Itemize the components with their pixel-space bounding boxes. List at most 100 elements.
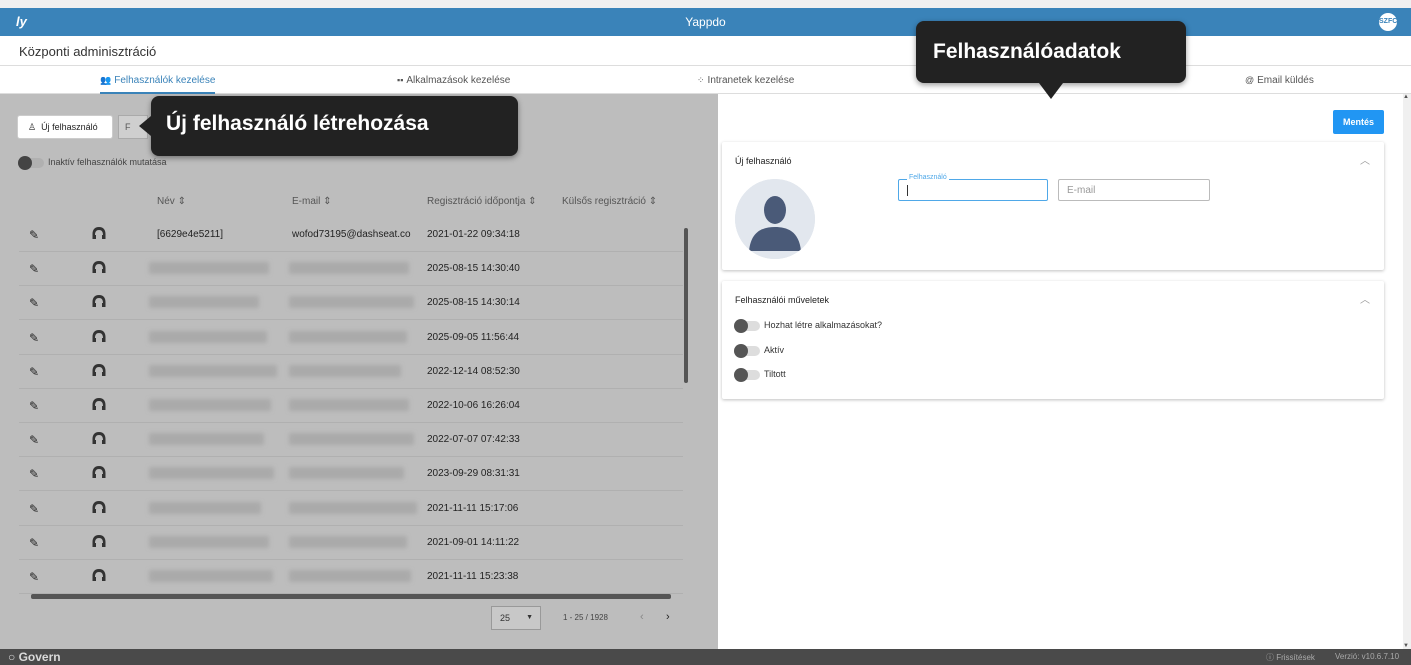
impersonate-icon[interactable] bbox=[91, 226, 107, 242]
edit-icon[interactable]: ✎ bbox=[29, 296, 39, 310]
redacted-email-cell bbox=[289, 433, 414, 446]
inactive-users-toggle[interactable] bbox=[18, 155, 44, 170]
registration-date-cell: 2021-01-22 09:34:18 bbox=[427, 229, 520, 240]
table-row[interactable]: ✎ 2021-11-11 15:23:38 bbox=[19, 560, 683, 594]
users-icon: 👥 bbox=[100, 75, 112, 85]
redacted-name-cell bbox=[149, 330, 267, 343]
table-row[interactable]: ✎ 2022-12-14 08:52:30 bbox=[19, 355, 683, 389]
table-row[interactable]: ✎ 2025-09-05 11:56:44 bbox=[19, 321, 683, 355]
redacted-email-cell bbox=[289, 330, 407, 343]
next-page-button[interactable]: › bbox=[666, 611, 670, 623]
table-vertical-scrollbar[interactable] bbox=[683, 218, 689, 588]
column-header-name-label: Név bbox=[157, 196, 175, 207]
tab-intranets[interactable]: ⁘ Intranetek kezelése bbox=[697, 66, 794, 94]
page-size-select[interactable]: 25 ▼ bbox=[491, 606, 541, 630]
new-user-card-title: Új felhasználó bbox=[735, 156, 792, 166]
impersonate-icon[interactable] bbox=[91, 329, 107, 345]
active-toggle[interactable] bbox=[734, 343, 760, 358]
collapse-icon[interactable]: ︿ bbox=[1360, 152, 1370, 167]
impersonate-icon[interactable] bbox=[91, 294, 107, 310]
table-row[interactable]: ✎ 2022-07-07 07:42:33 bbox=[19, 423, 683, 458]
table-horizontal-scrollbar[interactable] bbox=[31, 594, 671, 599]
permission-banned: Tiltott bbox=[734, 367, 786, 382]
redacted-email-cell bbox=[289, 399, 409, 411]
user-avatar[interactable]: SZFC bbox=[1379, 13, 1397, 31]
sort-icon: ⇕ bbox=[528, 196, 537, 207]
redacted-name-cell bbox=[149, 467, 274, 480]
edit-icon[interactable]: ✎ bbox=[29, 228, 39, 242]
column-header-registered[interactable]: Regisztráció időpontja ⇕ bbox=[427, 196, 537, 207]
edit-icon[interactable]: ✎ bbox=[29, 262, 39, 276]
edit-icon[interactable]: ✎ bbox=[29, 570, 39, 584]
add-user-icon: ♙ bbox=[28, 122, 37, 132]
previous-page-button[interactable]: ‹ bbox=[640, 611, 644, 623]
users-table: Név ⇕ E-mail ⇕ Regisztráció időpontja ⇕ … bbox=[19, 185, 695, 603]
tab-apps[interactable]: ▪▪ Alkalmazások kezelése bbox=[397, 66, 510, 94]
active-label: Aktív bbox=[764, 345, 785, 355]
user-actions-card-title: Felhasználói műveletek bbox=[735, 295, 830, 305]
page-title: Központi adminisztráció bbox=[19, 44, 157, 59]
new-user-button[interactable]: ♙ Új felhasználó bbox=[17, 115, 113, 139]
table-row[interactable]: ✎ [6629e4e5211] wofod73195@dashseat.co 2021… bbox=[19, 218, 683, 252]
edit-icon[interactable]: ✎ bbox=[29, 467, 39, 481]
impersonate-icon[interactable] bbox=[91, 465, 107, 481]
tab-users[interactable]: 👥 Felhasználók kezelése bbox=[100, 66, 216, 94]
scroll-thumb[interactable] bbox=[684, 228, 688, 383]
sort-icon: ⇕ bbox=[177, 196, 186, 207]
edit-icon[interactable]: ✎ bbox=[29, 502, 39, 516]
version-label: Verzió: v10.6.7.10 bbox=[1335, 652, 1400, 661]
new-user-button-label: Új felhasználó bbox=[41, 122, 98, 132]
sort-icon: ⇕ bbox=[648, 196, 658, 207]
impersonate-icon[interactable] bbox=[91, 363, 107, 379]
table-row[interactable]: ✎ 2023-09-29 08:31:31 bbox=[19, 457, 683, 492]
banned-label: Tiltott bbox=[764, 369, 786, 379]
impersonate-icon[interactable] bbox=[91, 431, 107, 447]
table-row[interactable]: ✎ 2021-09-01 14:11:22 bbox=[19, 526, 683, 560]
banned-toggle[interactable] bbox=[734, 367, 760, 382]
panel-vertical-scrollbar[interactable]: ▲ ▼ bbox=[1403, 94, 1411, 649]
grid-icon: ▪▪ bbox=[397, 75, 404, 85]
impersonate-icon[interactable] bbox=[91, 260, 107, 276]
impersonate-icon[interactable] bbox=[91, 500, 107, 516]
tab-email[interactable]: @ Email küldés bbox=[1245, 66, 1314, 94]
edit-icon[interactable]: ✎ bbox=[29, 433, 39, 447]
collapse-icon[interactable]: ︿ bbox=[1360, 291, 1370, 306]
create-apps-toggle[interactable] bbox=[734, 318, 760, 333]
registration-date-cell: 2025-08-15 14:30:14 bbox=[427, 297, 520, 309]
registration-date-cell: 2021-11-11 15:23:38 bbox=[427, 571, 519, 582]
text-cursor bbox=[907, 185, 908, 196]
table-row[interactable]: ✎ 2022-10-06 16:26:04 bbox=[19, 389, 683, 423]
footer-brand[interactable]: ○ Govern bbox=[8, 650, 61, 664]
registration-date-cell: 2025-09-05 11:56:44 bbox=[427, 331, 520, 343]
impersonate-icon[interactable] bbox=[91, 397, 107, 413]
tab-bar: 👥 Felhasználók kezelése ▪▪ Alkalmazások ke… bbox=[0, 66, 1411, 94]
email-field[interactable]: E-mail bbox=[1058, 179, 1210, 201]
sort-icon: ⇕ bbox=[323, 196, 332, 207]
column-header-email[interactable]: E-mail ⇕ bbox=[292, 196, 332, 207]
at-icon: @ bbox=[1245, 75, 1255, 85]
impersonate-icon[interactable] bbox=[91, 568, 107, 584]
sub-header: Központi adminisztráció bbox=[0, 36, 1411, 66]
edit-icon[interactable]: ✎ bbox=[29, 399, 39, 413]
scroll-up-icon[interactable]: ▲ bbox=[1403, 94, 1409, 100]
edit-icon[interactable]: ✎ bbox=[29, 365, 39, 379]
user-avatar-placeholder[interactable] bbox=[735, 179, 815, 259]
registration-date-cell: 2023-09-29 08:31:31 bbox=[427, 468, 520, 480]
table-row[interactable]: ✎ 2025-08-15 14:30:40 bbox=[19, 252, 683, 287]
updates-link[interactable]: ⓘ Frissítések bbox=[1266, 652, 1315, 663]
redacted-email-cell bbox=[289, 535, 407, 548]
tab-email-label: Email küldés bbox=[1257, 75, 1314, 86]
edit-icon[interactable]: ✎ bbox=[29, 536, 39, 550]
column-header-email-label: E-mail bbox=[292, 196, 321, 207]
save-button[interactable]: Mentés bbox=[1333, 110, 1384, 134]
table-row[interactable]: ✎ 2021-11-11 15:17:06 bbox=[19, 492, 683, 526]
registration-date-cell: 2022-12-14 08:52:30 bbox=[427, 365, 520, 377]
username-field[interactable]: Felhasználó bbox=[898, 174, 1048, 201]
column-header-name[interactable]: Név ⇕ bbox=[157, 196, 186, 207]
redacted-email-cell bbox=[289, 296, 414, 309]
column-header-external[interactable]: Külsős regisztráció ⇕ bbox=[562, 196, 657, 207]
impersonate-icon[interactable] bbox=[91, 534, 107, 550]
user-data-tooltip: Felhasználóadatok bbox=[916, 21, 1186, 99]
edit-icon[interactable]: ✎ bbox=[29, 331, 39, 345]
table-row[interactable]: ✎ 2025-08-15 14:30:14 bbox=[19, 286, 683, 321]
